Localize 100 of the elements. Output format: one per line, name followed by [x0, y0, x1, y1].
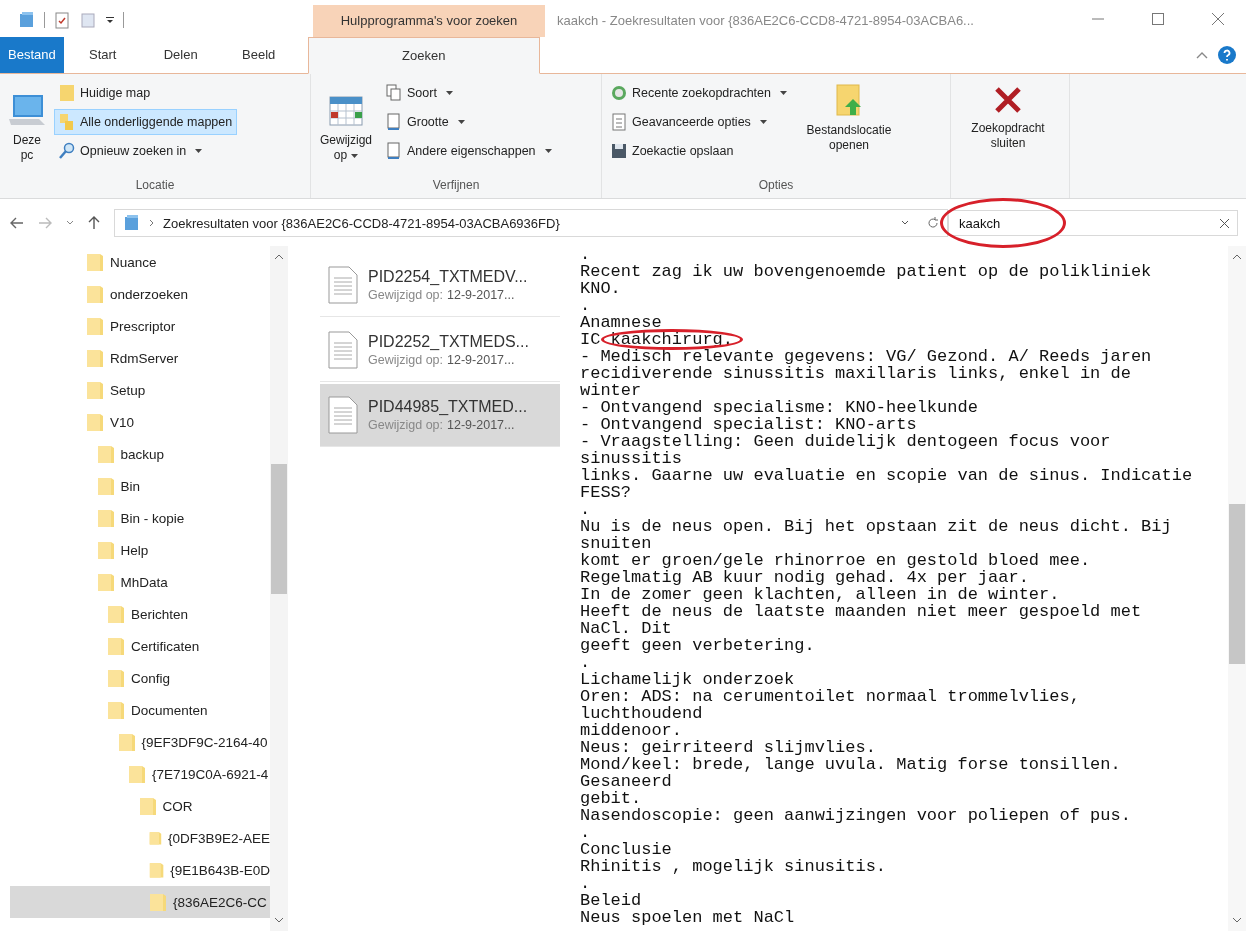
folder-tree-item[interactable]: Nuance	[10, 246, 270, 278]
preview-line: .	[580, 824, 592, 841]
ribbon-button[interactable]: Huidige map	[54, 80, 238, 106]
preview-line: snuiten	[580, 535, 653, 552]
scroll-thumb[interactable]	[1229, 504, 1245, 664]
collapse-ribbon-icon[interactable]	[1196, 51, 1208, 59]
ribbon-tab[interactable]: Bestand	[0, 37, 64, 73]
preview-line: Neus: geirriteerd slijmvlies.	[580, 739, 877, 756]
file-item[interactable]: PID2252_TXTMEDS... Gewijzigd op: 12-9-2017...	[320, 319, 560, 382]
refresh-icon[interactable]	[927, 217, 939, 229]
folder-tree-item[interactable]: Help	[10, 534, 270, 566]
meta-label: Gewijzigd op:	[368, 418, 444, 432]
properties-icon[interactable]	[18, 11, 36, 29]
window-title: kaakch - Zoekresultaten voor {836AE2C6-CCD8-4721-8954-03ACBA6...	[556, 12, 975, 30]
preview-line: Nu is de neus open. Bij het opstaan zit de neus dicht. Bij	[580, 518, 1173, 535]
preview-line: middenoor.	[580, 722, 684, 739]
folder-icon	[138, 796, 157, 816]
ribbon-button[interactable]: Deze pc	[4, 88, 50, 168]
folder-tree-item[interactable]: Setup	[10, 374, 270, 406]
ribbon-button[interactable]: Gewijzigd op	[315, 88, 377, 168]
preview-line: Conclusie	[580, 841, 673, 858]
folder-icon	[107, 604, 125, 624]
folder-tree-item[interactable]: Bin - kopie	[10, 502, 270, 534]
group-label: Opties	[757, 177, 795, 194]
location-icon	[123, 214, 141, 232]
dropdown-caret-icon[interactable]	[901, 220, 909, 226]
folder-tree-item[interactable]: {9EF3DF9C-2164-40	[10, 726, 270, 758]
folder-tree-item[interactable]: backup	[10, 438, 270, 470]
folder-tree-item[interactable]: Config	[10, 662, 270, 694]
ribbon-tab[interactable]: Start	[63, 37, 142, 73]
folder-icon	[107, 700, 125, 720]
file-name: PID44985_TXTMED...	[368, 398, 528, 416]
ribbon-button[interactable]: Grootte	[381, 109, 557, 135]
document-icon	[328, 266, 358, 304]
folder-tree-item[interactable]: Bin	[10, 470, 270, 502]
folder-tree-item[interactable]: MhData	[10, 566, 270, 598]
preview-line: Lichamelijk onderzoek	[580, 671, 796, 688]
ribbon-button[interactable]: Andere eigenschappen	[381, 138, 557, 164]
preview-line: - Medisch relevante gegevens: VG/ Gezond. A/ Reeds jaren	[580, 348, 1153, 365]
close-icon[interactable]	[1212, 13, 1224, 25]
ribbon-tab[interactable]: Beeld	[219, 37, 298, 73]
folders-icon	[59, 113, 75, 131]
folder-tree-item[interactable]: {836AE2C6-CC	[10, 886, 270, 918]
search-field[interactable]: kaakch	[948, 210, 1238, 236]
file-item[interactable]: PID2254_TXTMEDV... Gewijzigd op: 12-9-2017...	[320, 254, 560, 317]
help-icon[interactable]	[1218, 46, 1236, 64]
checklist-icon[interactable]	[53, 11, 71, 29]
ribbon-button[interactable]: Alle onderliggende mappen	[54, 109, 238, 135]
folder-tree-item[interactable]: Berichten	[10, 598, 270, 630]
ribbon-button[interactable]: Geavanceerde opties	[606, 109, 792, 135]
scroll-thumb[interactable]	[271, 464, 287, 594]
back-icon[interactable]	[10, 217, 24, 229]
customize-caret-icon[interactable]	[105, 15, 115, 25]
scroll-up-icon[interactable]	[274, 254, 284, 260]
folder-tree-item[interactable]: COR	[10, 790, 270, 822]
preview-line: .	[580, 875, 592, 892]
preview-line: .	[580, 246, 592, 263]
search-input[interactable]: kaakch	[949, 215, 1220, 231]
scrollbar[interactable]	[1228, 246, 1246, 931]
ribbon-tab[interactable]: Zoeken	[307, 37, 540, 74]
ribbon-button[interactable]: Bestandslocatie openen	[796, 78, 902, 158]
scroll-down-icon[interactable]	[274, 917, 284, 923]
scrollbar[interactable]	[270, 246, 288, 931]
folder-tree-item[interactable]: Prescriptor	[10, 310, 270, 342]
folder-icon	[96, 508, 115, 528]
ribbon-button[interactable]: Zoekopdracht sluiten	[955, 78, 1061, 156]
chevron-icon[interactable]	[149, 219, 155, 227]
folder-tree-item[interactable]: V10	[10, 406, 270, 438]
scroll-up-icon[interactable]	[1232, 254, 1242, 260]
preview-line: FESS?	[580, 484, 632, 501]
folder-icon	[86, 380, 104, 400]
clear-icon[interactable]	[1220, 218, 1229, 228]
folder-tree-item[interactable]: {0DF3B9E2-AEE	[10, 822, 270, 854]
folder-tree-item[interactable]: onderzoeken	[10, 278, 270, 310]
ribbon-button[interactable]: Recente zoekopdrachten	[606, 80, 792, 106]
preview-line: .	[580, 501, 592, 518]
folder-icon	[86, 316, 104, 336]
copy-icon	[386, 84, 402, 102]
scroll-down-icon[interactable]	[1232, 917, 1242, 923]
maximize-icon[interactable]	[1152, 13, 1164, 25]
folder-tree-item[interactable]: Certificaten	[10, 630, 270, 662]
document-icon	[386, 142, 402, 160]
recent-caret-icon[interactable]	[66, 220, 74, 226]
ribbon-button[interactable]: Soort	[381, 80, 557, 106]
folder-icon	[96, 476, 115, 496]
folder-icon	[86, 412, 104, 432]
file-item[interactable]: PID44985_TXTMED... Gewijzigd op: 12-9-2017...	[320, 384, 560, 447]
ribbon-tab[interactable]: Delen	[141, 37, 220, 73]
folder-tree-item[interactable]: {9E1B643B-E0D	[10, 854, 270, 886]
ribbon-button[interactable]: Opnieuw zoeken in	[54, 138, 238, 164]
ribbon-button[interactable]: Zoekactie opslaan	[606, 138, 792, 164]
folder-icon	[86, 252, 104, 272]
preview-line: Regelmatig AB kuur nodig gehad. 4x per jaar.	[580, 569, 1030, 586]
folder-icon	[117, 732, 136, 752]
up-icon[interactable]	[88, 216, 100, 230]
folder-tree-item[interactable]: RdmServer	[10, 342, 270, 374]
folder-tree-item[interactable]: Documenten	[10, 694, 270, 726]
list-document-icon	[611, 113, 627, 131]
preview-line: Gesaneerd	[580, 773, 673, 790]
folder-tree-item[interactable]: {7E719C0A-6921-4	[10, 758, 270, 790]
